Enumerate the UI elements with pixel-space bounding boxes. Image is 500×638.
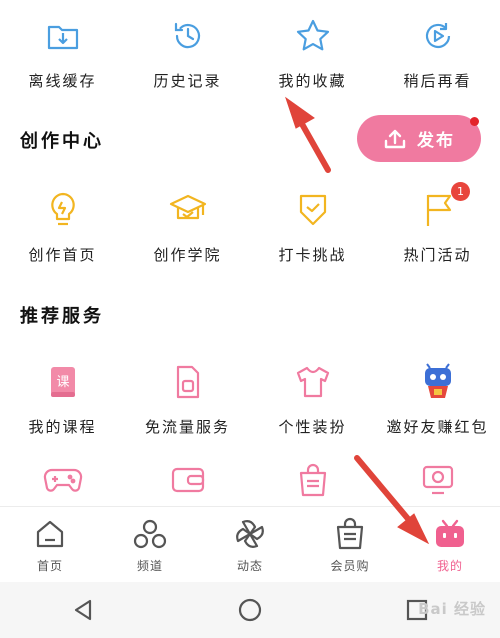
- arrow-to-favorites: [285, 96, 331, 173]
- arrow-to-mine: [354, 455, 430, 545]
- annotation-arrows: [285, 96, 430, 545]
